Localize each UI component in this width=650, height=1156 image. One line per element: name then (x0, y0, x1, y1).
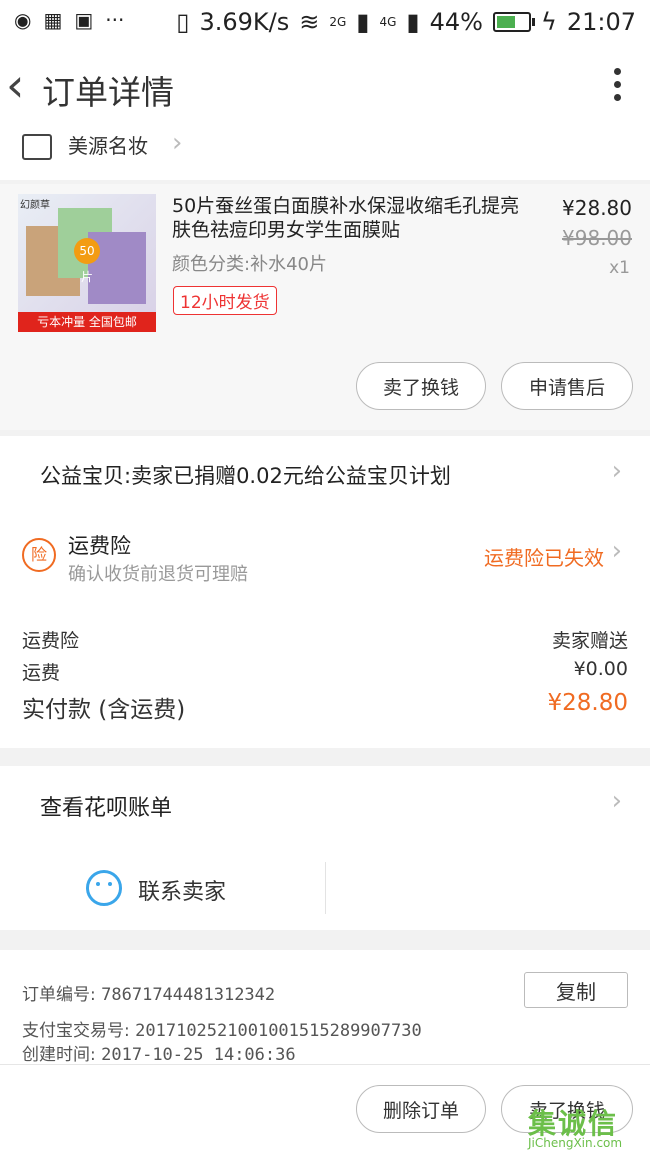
payment-summary: 运费险 卖家赠送 运费 ¥0.00 实付款 (含运费) ¥28.80 (0, 602, 650, 748)
net-speed: 3.69K/s (199, 8, 290, 36)
thumbnail-badge: 50片 (74, 238, 100, 284)
status-icons-left: ◉ ▦ ▣ ··· (14, 8, 124, 32)
status-icons-right: ▯ 3.69K/s ≋ 2G ▮ 4G ▮ 44% ϟ 21:07 (176, 8, 636, 36)
shop-row[interactable]: 美源名妆 › (0, 128, 650, 180)
thumbnail-banner: 亏本冲量 全国包邮 (18, 312, 156, 332)
chat-smile-icon[interactable] (86, 870, 122, 906)
more-menu-icon[interactable] (614, 68, 622, 107)
order-number-line: 订单编号: 786717444813123​42 (22, 980, 275, 1005)
chevron-right-icon: › (611, 786, 622, 816)
thumbnail-brand: 幻颜草 (20, 200, 50, 211)
more-notifications-icon: ··· (105, 8, 125, 32)
created-time: 2017-10-25 14:06:36 (101, 1045, 296, 1065)
created-time-label: 创建时间: (22, 1045, 96, 1065)
insurance-icon: 险 (22, 538, 56, 572)
grid-icon: ▦ (43, 8, 63, 32)
watermark-logo: 集诚信 JiChengXin.com (528, 1102, 646, 1152)
network-2g: 2G (329, 15, 347, 29)
shop-icon (22, 134, 52, 160)
after-sale-button[interactable]: 申请售后 (501, 362, 633, 410)
contact-seller-row: 联系卖家 (0, 848, 650, 930)
vibrate-icon: ▯ (176, 8, 190, 36)
product-thumbnail[interactable]: 幻颜草 50片 亏本冲量 全国包邮 (18, 194, 156, 332)
alipay-number-label: 支付宝交易号: (22, 1021, 130, 1041)
paid-label: 实付款 (含运费) (22, 697, 186, 723)
contact-seller-button[interactable]: 联系卖家 (138, 874, 226, 906)
charity-row[interactable]: 公益宝贝:卖家已捐赠0.02元给公益宝贝计划 › (0, 436, 650, 518)
alipay-number-line: 支付宝交易号: 2017102521001001515289907730 (22, 1016, 422, 1041)
insurance-subtitle: 确认收货前退货可理赔 (68, 564, 248, 585)
copy-button[interactable]: 复制 (524, 972, 628, 1008)
huabei-text: 查看花呗账单 (40, 796, 173, 821)
watermark-url: JiChengXin.com (528, 1136, 623, 1150)
summary-row-label: 运费险 (22, 630, 80, 652)
charging-icon: ϟ (540, 8, 557, 36)
insurance-title: 运费险 (68, 534, 131, 558)
alipay-number: 2017102521001001515289907730 (135, 1021, 422, 1041)
page-title: 订单详情 (42, 73, 174, 112)
divider (325, 862, 326, 914)
back-arrow-icon[interactable]: ‹ (6, 62, 24, 108)
created-time-line: 创建时间: 2017-10-25 14:06:36 (22, 1040, 296, 1065)
order-number: 786717444813123​42 (101, 985, 276, 1005)
product-original-price: ¥98.00 (562, 226, 632, 250)
charity-text: 公益宝贝:卖家已捐赠0.02元给公益宝贝计划 (40, 464, 451, 488)
product-item[interactable]: 幻颜草 50片 亏本冲量 全国包邮 50片蚕丝蛋白面膜补水保湿收缩毛孔提亮肤色祛… (0, 184, 650, 430)
insurance-status: 运费险已失效 (484, 546, 604, 570)
order-info: 订单编号: 786717444813123​42 复制 支付宝交易号: 2017… (0, 950, 650, 1065)
bottom-action-bar: 删除订单 卖了换钱 集诚信 JiChengXin.com (0, 1064, 650, 1156)
paid-amount: ¥28.80 (547, 690, 628, 716)
battery-icon (492, 12, 535, 32)
status-bar: ◉ ▦ ▣ ··· ▯ 3.69K/s ≋ 2G ▮ 4G ▮ 44% ϟ 21… (0, 0, 650, 44)
signal-icon: ▮ (356, 8, 370, 36)
clock: 21:07 (566, 8, 636, 36)
product-title[interactable]: 50片蚕丝蛋白面膜补水保湿收缩毛孔提亮肤色祛痘印男女学生面膜贴 (172, 194, 532, 242)
battery-percent: 44% (429, 8, 483, 36)
network-4g: 4G (379, 15, 397, 29)
product-price: ¥28.80 (562, 196, 632, 220)
wifi-icon: ≋ (299, 8, 320, 36)
chevron-right-icon: › (611, 536, 622, 566)
summary-row-value: 卖家赠送 (551, 630, 628, 652)
shop-name: 美源名妆 (68, 134, 148, 158)
delete-order-button[interactable]: 删除订单 (356, 1085, 486, 1133)
shipping-tag: 12小时发货 (173, 286, 277, 315)
order-number-label: 订单编号: (22, 985, 96, 1005)
sell-button[interactable]: 卖了换钱 (356, 362, 486, 410)
summary-row-value: ¥0.00 (573, 658, 628, 680)
signal-icon-2: ▮ (406, 8, 420, 36)
product-quantity: x1 (609, 258, 630, 278)
title-bar: ‹ 订单详情 (0, 44, 650, 132)
image-icon: ▣ (74, 8, 94, 32)
shipping-insurance-row[interactable]: 险 运费险 确认收货前退货可理赔 运费险已失效 › (0, 518, 650, 602)
summary-row-label: 运费 (22, 662, 61, 684)
app-icon: ◉ (14, 8, 32, 32)
chevron-right-icon: › (611, 456, 622, 486)
product-spec: 颜色分类:补水40片 (172, 254, 327, 275)
huabei-bill-row[interactable]: 查看花呗账单 › (0, 766, 650, 848)
chevron-right-icon: › (172, 128, 183, 158)
